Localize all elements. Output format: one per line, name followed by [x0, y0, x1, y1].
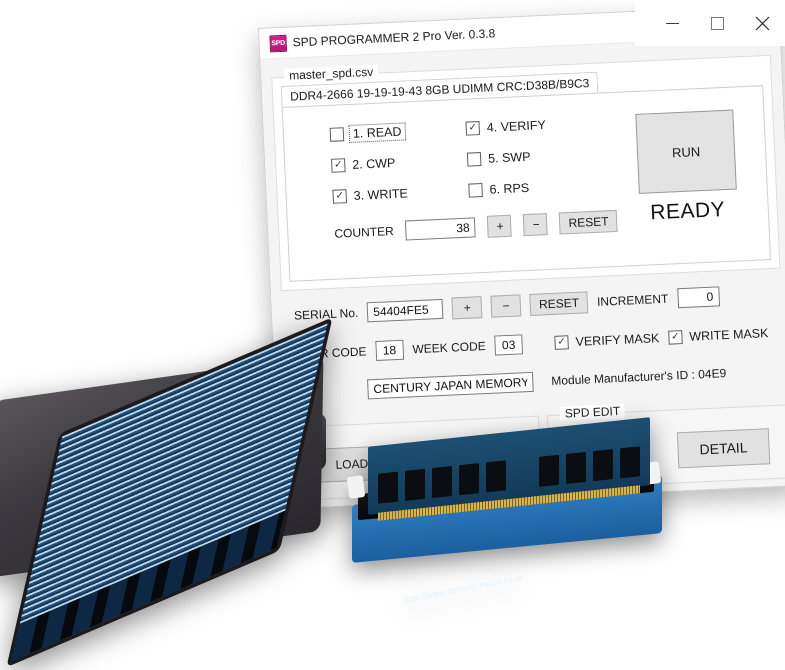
serial-row: SERIAL No. + − RESET INCREMENT	[294, 285, 720, 326]
manufacturer-id-label: Module Manufacturer's ID : 04E9	[551, 366, 727, 388]
programmer-board-url: http://www.century-micro.co.jp	[404, 549, 644, 604]
counter-label: COUNTER	[334, 224, 394, 241]
checkbox-swp-label: 5. SWP	[488, 150, 531, 166]
dimm-tray-photo	[0, 300, 338, 572]
checkbox-write-mask-box[interactable]: ✓	[668, 330, 683, 345]
dimm-programmer-photo: http://www.century-micro.co.jp	[352, 428, 670, 568]
counter-plus-button[interactable]: +	[487, 215, 512, 238]
screenshot-root: SPD SPD PROGRAMMER 2 Pro Ver. 0.3.8 mast…	[0, 0, 785, 575]
datecode-row: YEAR CODE WEEK CODE ✓ VERIFY MASK ✓ WRIT…	[295, 323, 768, 364]
dram-chip	[459, 463, 479, 495]
serial-reset-button[interactable]: RESET	[530, 291, 589, 316]
checkbox-read-label: 1. READ	[351, 125, 404, 141]
vendor-name-input[interactable]	[367, 372, 534, 400]
checkbox-cwp-box[interactable]: ✓	[331, 158, 346, 173]
year-code-input[interactable]	[375, 340, 404, 361]
checkbox-rps-label: 6. RPS	[489, 181, 529, 197]
checkbox-verify[interactable]: ✓ 4. VERIFY	[465, 118, 546, 136]
tab-page: 1. READ ✓ 2. CWP ✓ 3. WRITE ✓ 4. VERIFY	[282, 85, 771, 282]
week-code-input[interactable]	[494, 334, 523, 355]
vendor-row: Module Manufacturer's ID : 04E9	[367, 363, 727, 399]
serial-input[interactable]	[367, 299, 444, 322]
spd-app-icon: SPD	[269, 34, 287, 52]
dram-chip	[620, 446, 640, 478]
window-title: SPD PROGRAMMER 2 Pro Ver. 0.3.8	[292, 26, 495, 49]
checkbox-verify-box[interactable]: ✓	[465, 121, 480, 136]
serial-plus-button[interactable]: +	[452, 296, 483, 319]
close-button[interactable]	[740, 0, 785, 46]
checkbox-write-mask-label: WRITE MASK	[689, 326, 769, 344]
dram-chip	[593, 449, 613, 481]
minimize-icon	[666, 23, 679, 24]
dram-chip	[432, 466, 452, 498]
checkbox-rps-box[interactable]	[468, 183, 483, 198]
run-button[interactable]: RUN	[635, 110, 737, 194]
minimize-button[interactable]	[650, 0, 695, 46]
increment-input[interactable]	[677, 286, 720, 308]
checkbox-rps[interactable]: 6. RPS	[468, 181, 529, 198]
checkbox-read[interactable]: 1. READ	[330, 125, 404, 142]
checkbox-verify-mask-box[interactable]: ✓	[554, 335, 569, 350]
dram-chip	[378, 472, 398, 504]
dram-chip	[486, 460, 506, 492]
checkbox-swp-box[interactable]	[467, 152, 482, 167]
maximize-icon	[711, 17, 724, 30]
checkbox-cwp[interactable]: ✓ 2. CWP	[331, 156, 396, 173]
checkbox-write-box[interactable]: ✓	[332, 189, 347, 204]
counter-input[interactable]	[405, 217, 476, 240]
window-controls	[635, 0, 785, 46]
checkbox-verify-mask-label: VERIFY MASK	[575, 331, 659, 349]
checkbox-write-label: 3. WRITE	[353, 186, 408, 202]
maximize-button[interactable]	[695, 0, 740, 46]
dram-chip	[405, 469, 425, 501]
increment-label: INCREMENT	[597, 292, 669, 309]
detail-button[interactable]: DETAIL	[677, 428, 771, 468]
spd-edit-group-label: SPD EDIT	[559, 404, 625, 421]
close-icon	[755, 16, 770, 31]
week-code-label: WEEK CODE	[412, 339, 486, 356]
counter-reset-button[interactable]: RESET	[559, 210, 618, 235]
checkbox-cwp-label: 2. CWP	[352, 156, 396, 172]
tray-well	[6, 317, 332, 667]
tray-base	[0, 355, 324, 578]
checkbox-verify-mask[interactable]: ✓ VERIFY MASK	[554, 331, 659, 350]
csv-group-label: master_spd.csv	[284, 65, 379, 83]
serial-minus-button[interactable]: −	[491, 294, 522, 317]
dram-chip	[539, 455, 559, 487]
counter-minus-button[interactable]: −	[523, 213, 548, 236]
dram-chip	[566, 452, 586, 484]
checkbox-verify-label: 4. VERIFY	[486, 118, 546, 135]
status-text: READY	[627, 197, 748, 226]
checkbox-swp[interactable]: 5. SWP	[467, 150, 531, 167]
checkbox-write[interactable]: ✓ 3. WRITE	[332, 186, 408, 203]
dimm-clip-left	[347, 475, 366, 499]
counter-row: COUNTER + − RESET	[334, 210, 618, 245]
csv-group: master_spd.csv DDR4-2666 19-19-19-43 8GB…	[271, 55, 780, 291]
checkbox-read-box[interactable]	[330, 127, 345, 142]
checkbox-write-mask[interactable]: ✓ WRITE MASK	[668, 326, 769, 345]
